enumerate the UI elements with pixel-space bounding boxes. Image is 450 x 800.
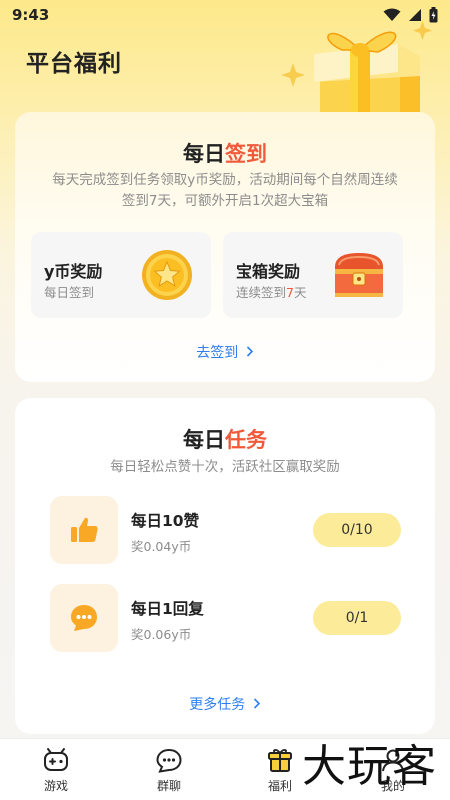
- go-signin-label: 去签到: [196, 345, 239, 361]
- reward-box-chest: 宝箱奖励 连续签到7天: [223, 232, 403, 318]
- gift-icon: [268, 749, 292, 772]
- reward-subtitle: 每日签到: [44, 282, 94, 301]
- signin-card: 每日签到 每天完成签到任务领取y币奖励，活动期间每个自然周连续 签到7天，可额外…: [15, 112, 435, 382]
- chevron-right-icon: [246, 346, 253, 357]
- tasks-title-prefix: 每日: [183, 428, 225, 452]
- task-reward: 奖0.06y币: [131, 627, 192, 642]
- tasks-desc: 每日轻松点赞十次，活跃社区赢取奖励: [110, 459, 340, 475]
- signin-title: 每日签到: [15, 138, 435, 168]
- more-tasks-label: 更多任务: [189, 697, 246, 713]
- reward-subtitle: 连续签到7天: [236, 282, 306, 301]
- treasure-chest-icon: [335, 253, 383, 297]
- go-signin-link[interactable]: 去签到: [15, 342, 435, 362]
- reward-name: y币奖励: [44, 262, 103, 281]
- tasks-title: 每日任务: [15, 424, 435, 454]
- signin-title-accent: 签到: [225, 142, 267, 166]
- reward-box-coin: y币奖励 每日签到: [31, 232, 211, 318]
- signin-desc: 每天完成签到任务领取y币奖励，活动期间每个自然周连续 签到7天，可额外开启1次超…: [35, 170, 415, 212]
- nav-item-group-chat[interactable]: 群聊: [139, 747, 199, 794]
- nav-item-games[interactable]: 游戏: [26, 747, 86, 794]
- task-progress-pill[interactable]: 0/1: [313, 601, 401, 635]
- thumbs-up-icon: [71, 517, 98, 542]
- reward-name: 宝箱奖励: [236, 262, 301, 281]
- more-tasks-link[interactable]: 更多任务: [15, 694, 435, 714]
- signin-desc-line-2: 签到7天，可额外开启1次超大宝箱: [121, 193, 329, 209]
- watermark-logo: 大玩客: [302, 741, 437, 792]
- gamepad-icon: [44, 748, 68, 771]
- nav-label: 福利: [267, 779, 292, 793]
- reward-subtitle-text: 每日签到: [44, 285, 95, 300]
- signin-title-prefix: 每日: [183, 142, 225, 166]
- tasks-card: 每日任务 每日轻松点赞十次，活跃社区赢取奖励 每日10赞 奖0.04y币 0/1…: [15, 398, 435, 734]
- coin-icon: [142, 250, 192, 300]
- tasks-title-accent: 任务: [225, 428, 267, 452]
- task-progress-pill[interactable]: 0/10: [313, 513, 401, 547]
- task-icon-box: [50, 584, 118, 652]
- status-time: 9:43: [12, 6, 50, 24]
- nav-label: 游戏: [43, 779, 68, 793]
- task-reward: 奖0.04y币: [131, 539, 192, 554]
- nav-item-welfare[interactable]: 福利: [250, 747, 310, 794]
- chat-bubble-icon: [71, 605, 97, 631]
- chat-icon: [156, 748, 182, 773]
- task-icon-box: [50, 496, 118, 564]
- reward-subtitle-accent: 7: [286, 285, 294, 300]
- reward-subtitle-prefix: 连续签到: [236, 285, 287, 300]
- page-title: 平台福利: [26, 51, 122, 77]
- chevron-right-icon: [253, 698, 260, 709]
- reward-subtitle-suffix: 天: [293, 285, 307, 300]
- task-name: 每日10赞: [131, 512, 200, 530]
- task-name: 每日1回复: [131, 600, 204, 618]
- nav-label: 群聊: [156, 779, 181, 793]
- signin-desc-line-1: 每天完成签到任务领取y币奖励，活动期间每个自然周连续: [52, 172, 398, 188]
